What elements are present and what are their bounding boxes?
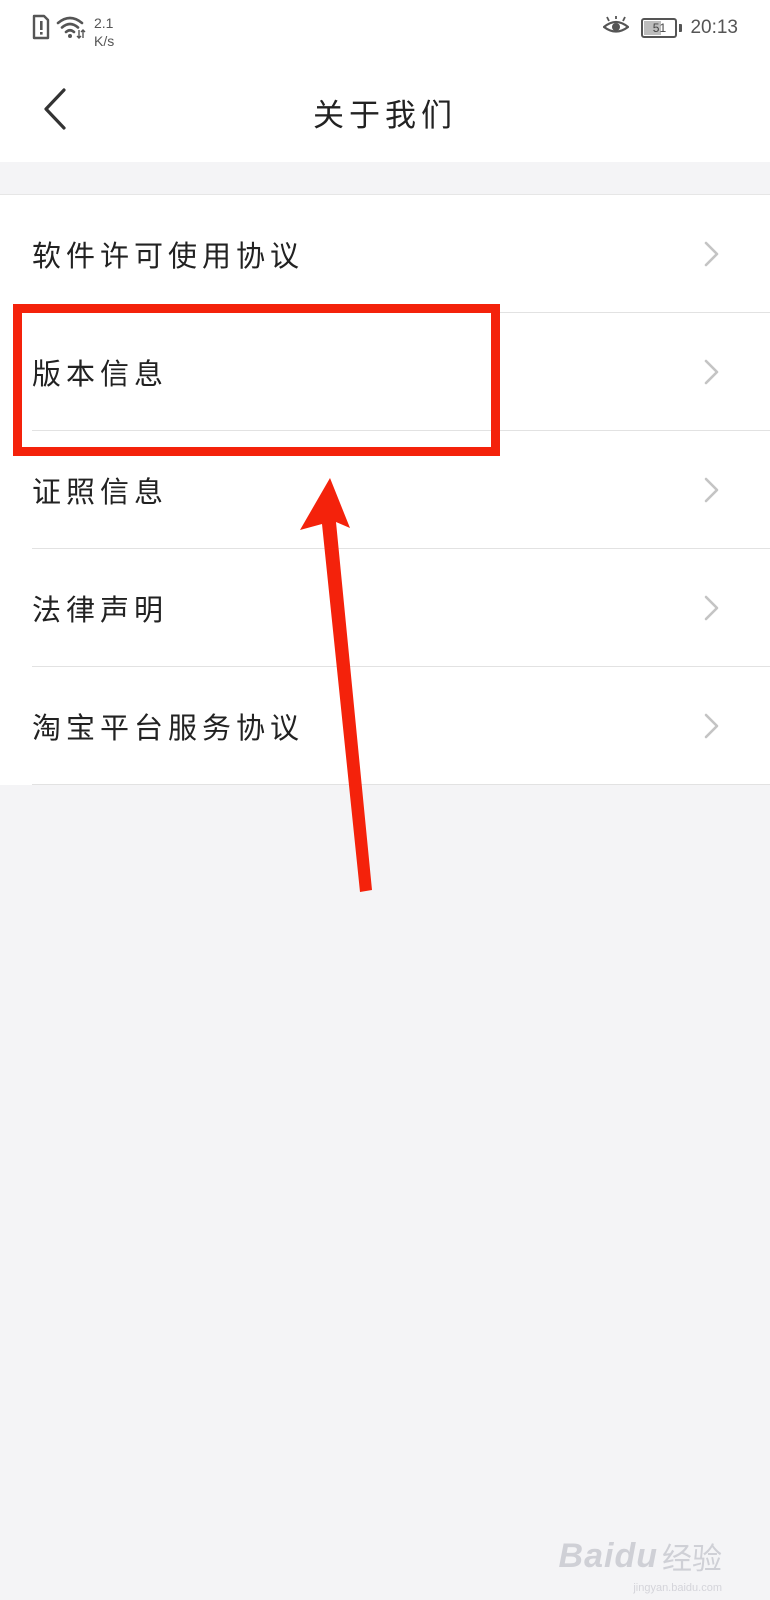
menu-item-legal-statement[interactable]: 法律声明 (0, 549, 770, 667)
battery-icon: 51 (641, 18, 678, 38)
chevron-right-icon (704, 477, 720, 507)
watermark: Baidu 经验 (559, 1534, 722, 1578)
menu-item-software-license[interactable]: 软件许可使用协议 (0, 195, 770, 313)
chevron-right-icon (704, 713, 720, 743)
network-speed-value: 2.1 (94, 15, 114, 31)
wifi-icon (56, 14, 86, 40)
network-speed: 2.1 K/s (94, 14, 114, 50)
page-title: 关于我们 (313, 98, 457, 134)
menu-item-label: 法律声明 (32, 593, 169, 627)
sim-alert-icon (32, 14, 50, 40)
chevron-right-icon (704, 359, 720, 389)
chevron-right-icon (704, 241, 720, 271)
menu-item-label: 软件许可使用协议 (32, 239, 305, 273)
menu-item-label: 淘宝平台服务协议 (32, 711, 305, 745)
eye-comfort-icon (602, 16, 631, 40)
nav-bar: 关于我们 (0, 60, 770, 162)
menu-item-version-info[interactable]: 版本信息 (0, 313, 770, 431)
battery-cap (679, 24, 683, 32)
network-speed-unit: K/s (94, 33, 115, 49)
watermark-logo: Baidu (558, 1536, 658, 1575)
watermark-text: 经验 (662, 1543, 722, 1576)
menu-item-label: 版本信息 (32, 357, 169, 391)
menu-item-label: 证照信息 (32, 475, 169, 509)
status-time: 20:13 (690, 17, 738, 38)
menu-list: 软件许可使用协议 版本信息 证照信息 法律声明 淘宝平台服务协议 (0, 194, 770, 785)
watermark-url: jingyan.baidu.com (633, 1582, 722, 1594)
status-right: 51 20:13 (602, 16, 738, 40)
battery-level: 51 (652, 21, 667, 35)
chevron-right-icon (704, 595, 720, 625)
status-bar: 2.1 K/s 51 20:13 (0, 0, 770, 60)
menu-item-taobao-service-agreement[interactable]: 淘宝平台服务协议 (0, 667, 770, 785)
status-left: 2.1 K/s (32, 14, 114, 50)
menu-item-license-info[interactable]: 证照信息 (0, 431, 770, 549)
